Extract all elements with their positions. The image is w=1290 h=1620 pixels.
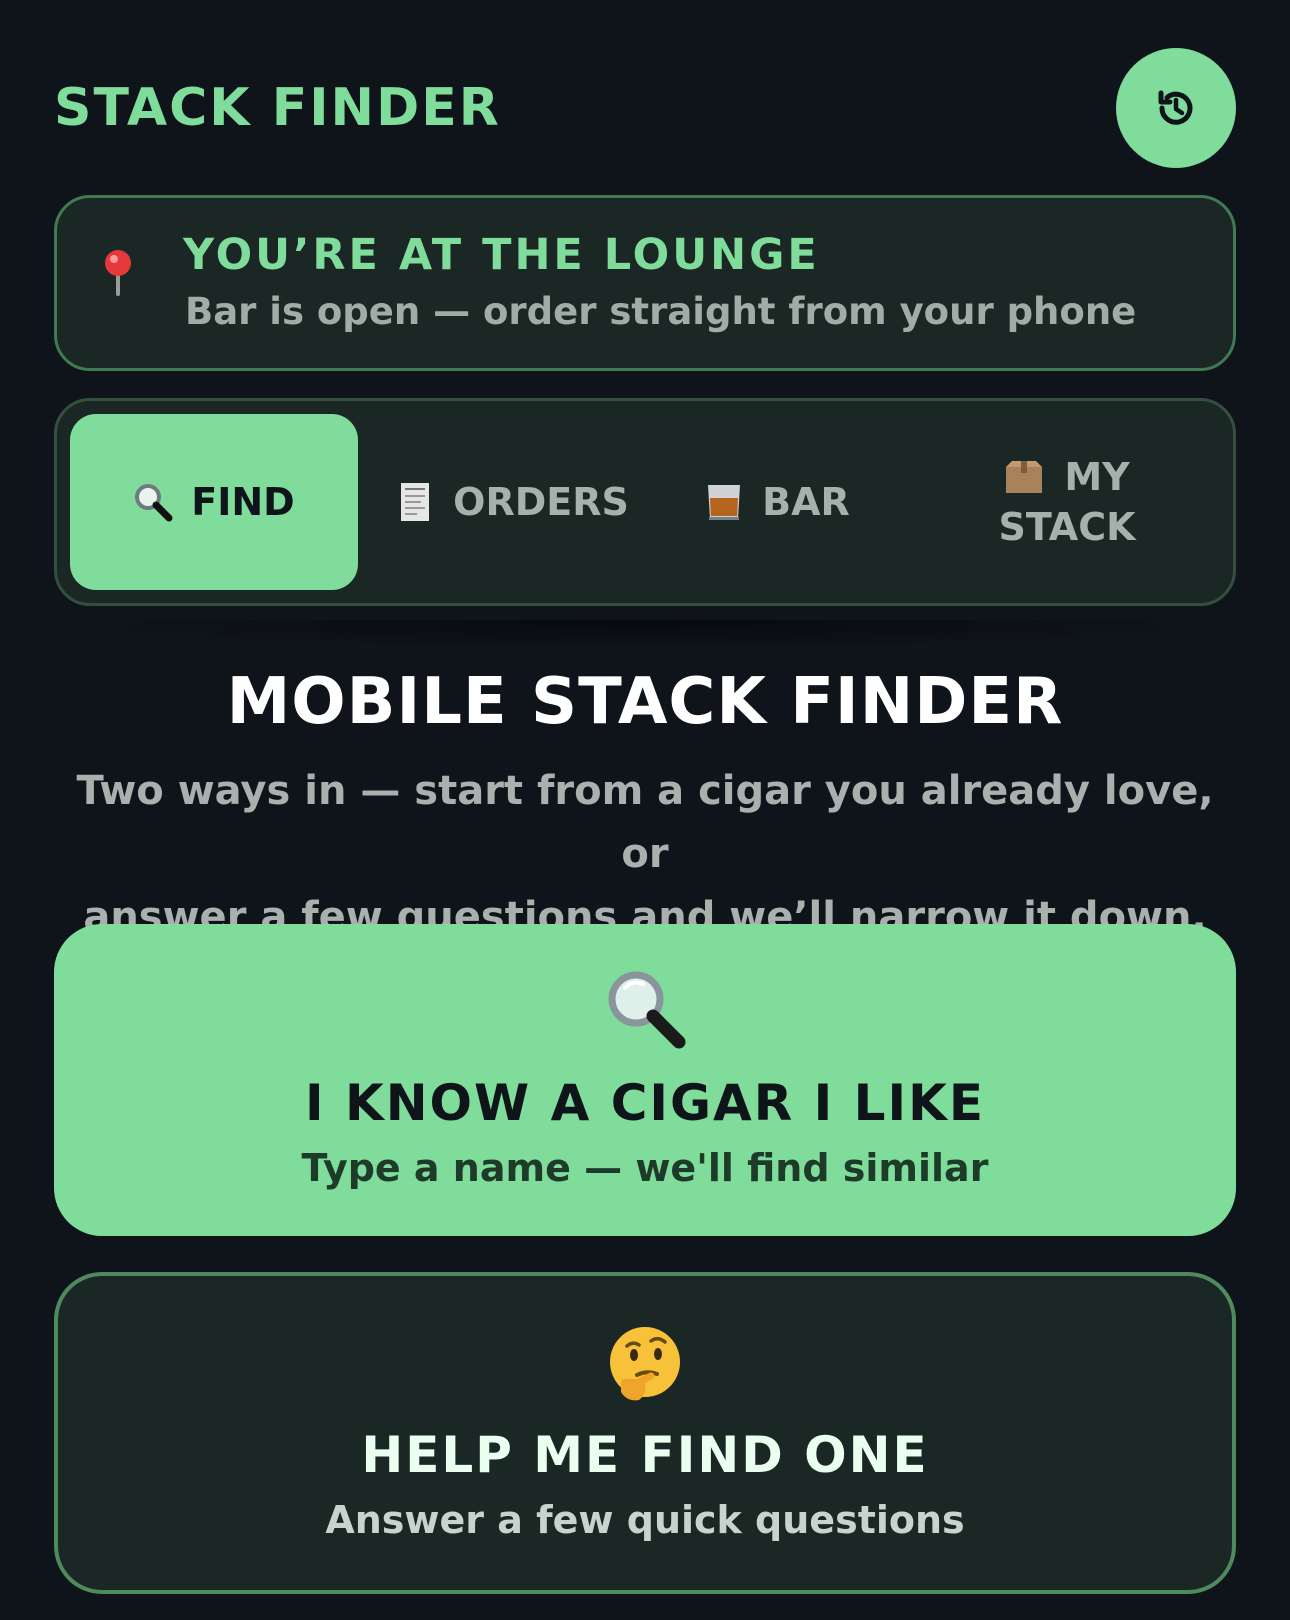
location-subtitle: Bar is open — order straight from your p…	[185, 290, 1137, 333]
help-me-find-title: HELP ME FIND ONE	[361, 1426, 929, 1484]
tab-bar-label: BAR	[762, 480, 850, 524]
tab-my-stack[interactable]: MY STACK	[917, 414, 1217, 590]
magnifier-icon	[54, 966, 1236, 1050]
receipt-icon	[395, 482, 435, 522]
thinking-face-icon	[58, 1324, 1232, 1404]
page-subtitle-line1: Two ways in — start from a cigar you alr…	[76, 768, 1214, 877]
history-reset-button[interactable]	[1116, 48, 1236, 168]
tab-orders[interactable]: ORDERS	[377, 414, 647, 590]
location-banner: YOU’RE AT THE LOUNGE Bar is open — order…	[54, 195, 1236, 371]
page-subtitle: Two ways in — start from a cigar you alr…	[60, 760, 1230, 949]
pin-icon	[105, 250, 131, 296]
tab-bar: FIND ORDERS BAR MY STACK	[54, 398, 1236, 606]
history-icon	[1158, 90, 1193, 125]
tab-find[interactable]: FIND	[70, 414, 358, 590]
tab-bar-item[interactable]: BAR	[677, 414, 877, 590]
tab-my-stack-label-line1: MY	[1064, 455, 1130, 499]
know-cigar-title: I KNOW A CIGAR I LIKE	[304, 1074, 986, 1132]
help-me-find-subtitle: Answer a few quick questions	[325, 1498, 965, 1542]
know-cigar-subtitle: Type a name — we'll find similar	[301, 1146, 989, 1190]
box-icon	[1004, 457, 1044, 497]
stack-finder-screen: STACK FINDER YOU’RE AT THE LOUNGE Bar is…	[0, 0, 1290, 1620]
know-cigar-option-button[interactable]: I KNOW A CIGAR I LIKE Type a name — we'l…	[54, 924, 1236, 1236]
tab-find-label: FIND	[191, 480, 295, 524]
location-title: YOU’RE AT THE LOUNGE	[183, 230, 820, 280]
magnifier-icon	[133, 482, 173, 522]
page-title: MOBILE STACK FINDER	[226, 665, 1064, 739]
tab-orders-label: ORDERS	[453, 480, 629, 524]
section-divider	[54, 620, 1236, 650]
tab-my-stack-label-line2: STACK	[998, 505, 1136, 549]
header: STACK FINDER	[54, 48, 1236, 168]
app-title: STACK FINDER	[54, 78, 501, 138]
whiskey-glass-icon	[704, 482, 744, 522]
help-me-find-option-button[interactable]: HELP ME FIND ONE Answer a few quick ques…	[54, 1272, 1236, 1594]
